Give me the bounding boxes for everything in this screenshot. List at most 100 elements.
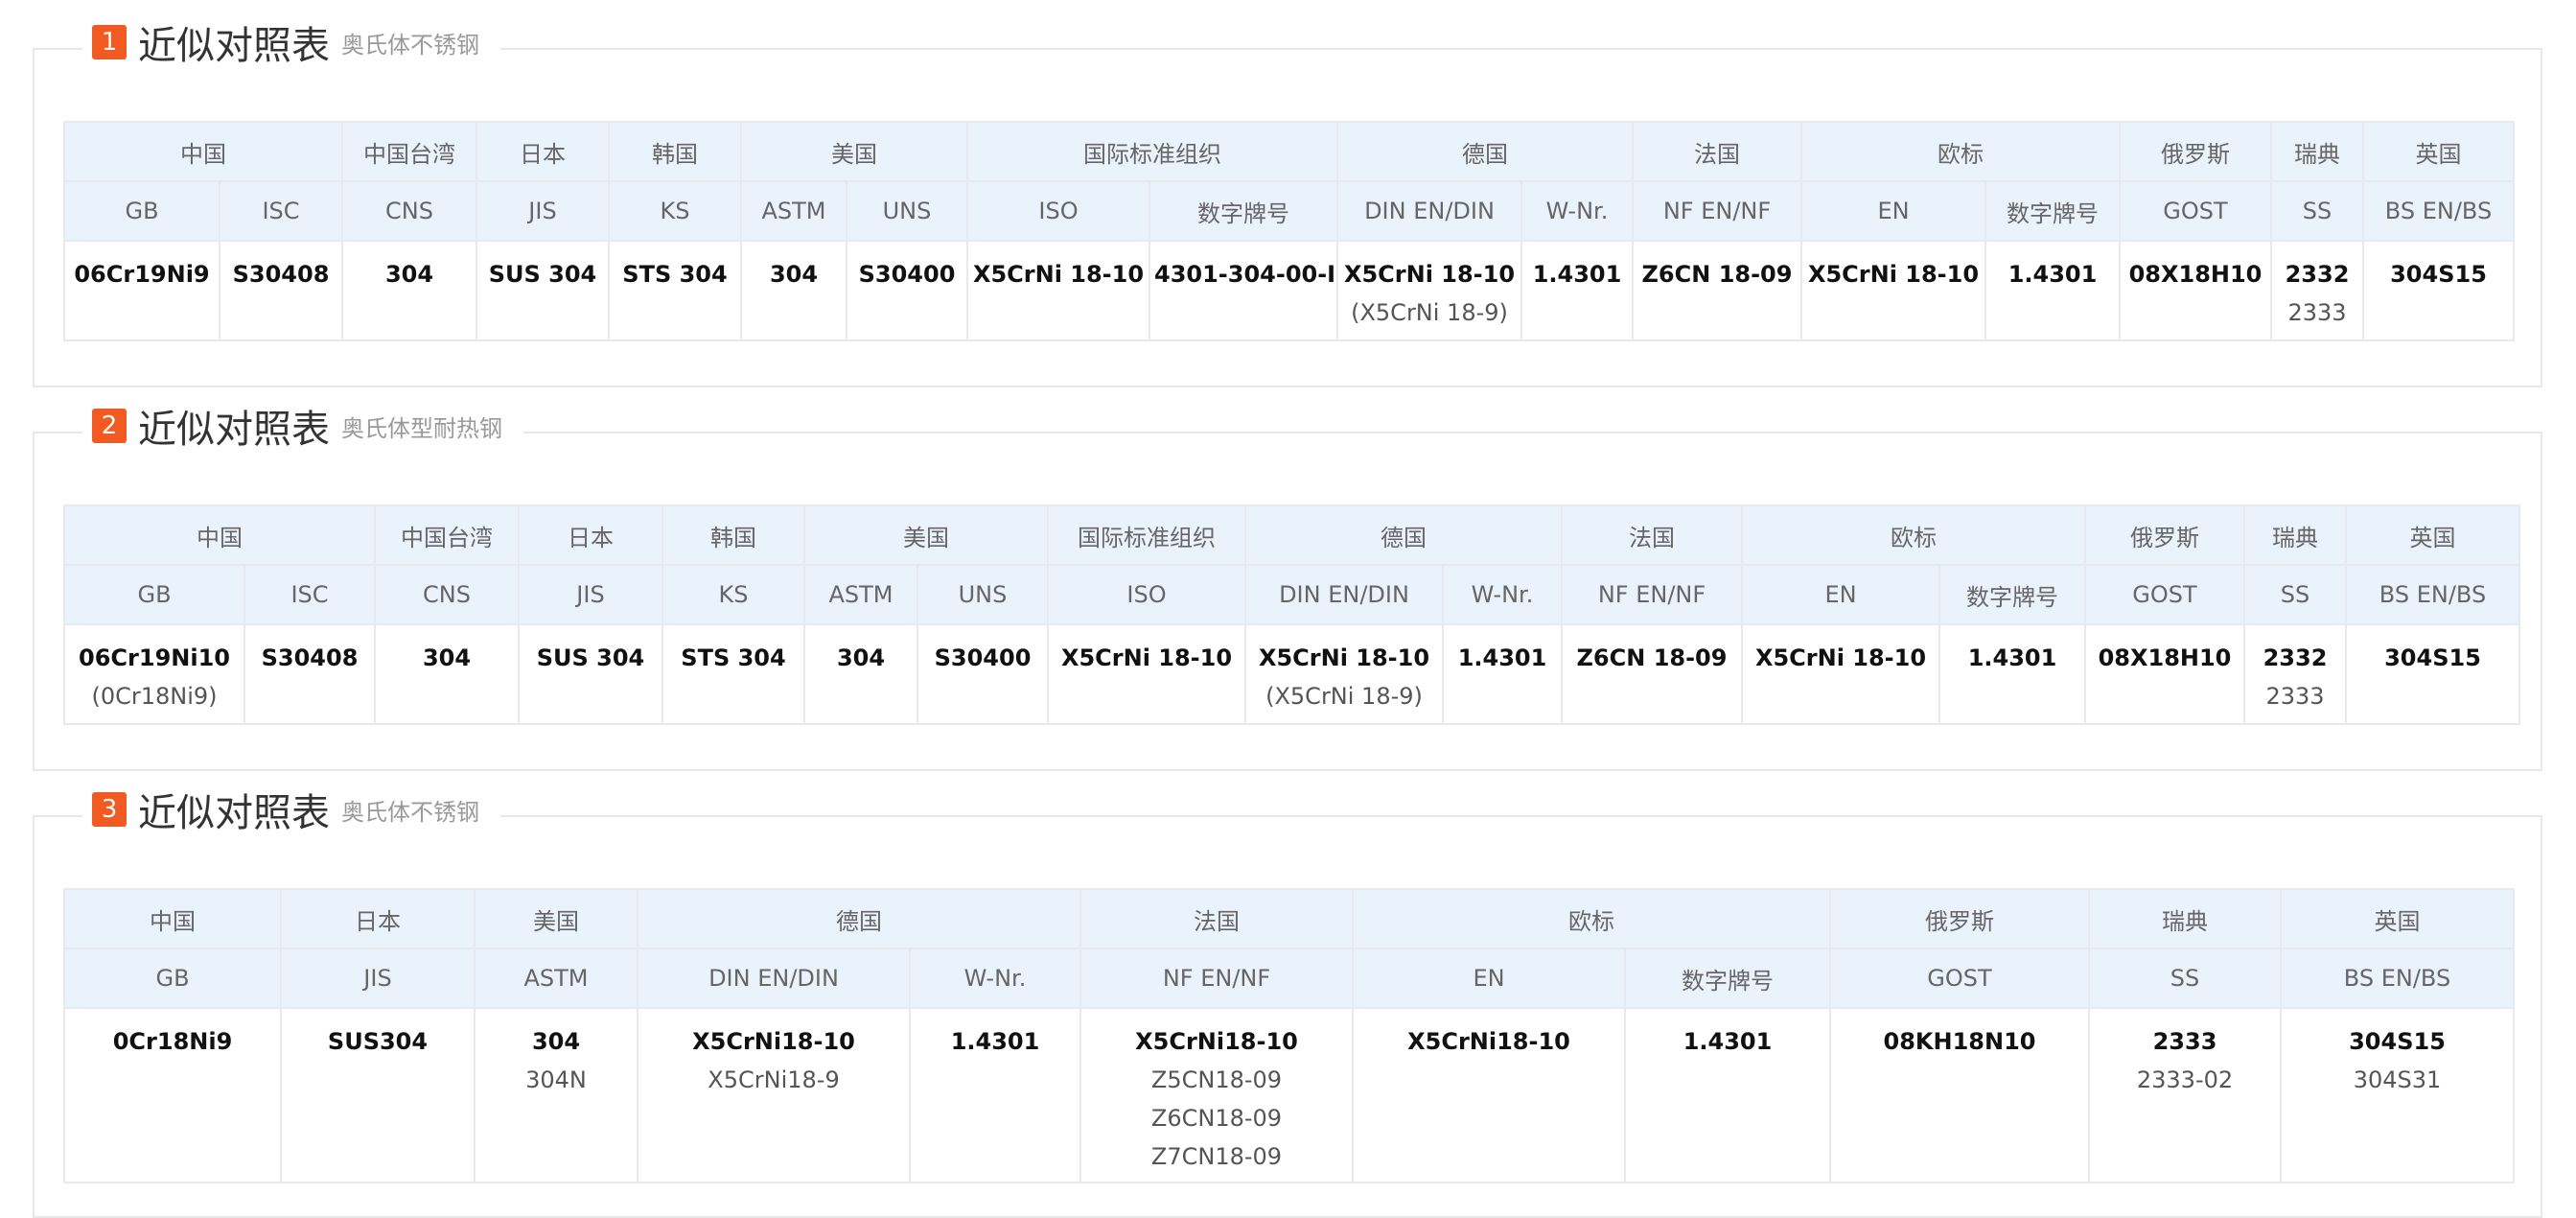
grade-alternative: (X5CrNi 18-9) bbox=[1265, 683, 1423, 710]
grade-primary: 08X18H10 bbox=[2098, 644, 2232, 671]
grade-primary: X5CrNi18-10 bbox=[692, 1028, 855, 1055]
grade-primary: X5CrNi 18-10 bbox=[1258, 644, 1430, 671]
country-header-cell: 瑞典 bbox=[2243, 504, 2347, 566]
section-number-badge: 3 bbox=[92, 792, 127, 827]
grade-primary: X5CrNi 18-10 bbox=[972, 261, 1145, 288]
grade-cell: 2333 2333-02 bbox=[2088, 1007, 2282, 1183]
grade-cell: 304 bbox=[740, 240, 847, 341]
grade-primary: 0Cr18Ni9 bbox=[112, 1028, 233, 1055]
table-row: 06Cr19Ni9 S30408 304 SUS 304 STS 304 304 S3040… bbox=[63, 240, 2515, 341]
grade-primary: X5CrNi 18-10 bbox=[1060, 644, 1233, 671]
section-subtitle: 奥氏体不锈钢 bbox=[341, 798, 479, 826]
grade-primary: X5CrNi18-10 bbox=[1135, 1028, 1298, 1055]
grade-alternative: 304S31 bbox=[2353, 1066, 2442, 1093]
grade-primary: 304S15 bbox=[2384, 644, 2481, 671]
standard-header-cell: ASTM bbox=[803, 564, 918, 625]
country-header-cell: 法国 bbox=[1561, 504, 1743, 566]
standard-header-cell: 数字牌号 bbox=[1624, 948, 1831, 1009]
grade-alternative: 2333 bbox=[2287, 299, 2347, 326]
grade-primary: S30408 bbox=[261, 644, 359, 671]
section-title: 近似对照表 bbox=[138, 791, 330, 835]
grade-alternative: 2333 bbox=[2265, 683, 2325, 710]
country-header-row: 中国 日本 美国 德国 法国 欧标 俄罗斯 瑞典 英国 bbox=[63, 888, 2515, 949]
grade-primary: 304 bbox=[531, 1028, 581, 1055]
grade-cell: X5CrNi 18-10 bbox=[966, 240, 1150, 341]
standard-header-cell: DIN EN/DIN bbox=[1336, 180, 1522, 242]
grade-cell: Z6CN 18-09 bbox=[1632, 240, 1802, 341]
grade-primary: 1.4301 bbox=[950, 1028, 1040, 1055]
grade-cell: 1.4301 bbox=[1442, 623, 1563, 725]
standard-header-cell: 数字牌号 bbox=[1938, 564, 2086, 625]
country-header-cell: 日本 bbox=[280, 888, 476, 949]
grade-cell: SUS 304 bbox=[518, 623, 663, 725]
standard-header-cell: ASTM bbox=[474, 948, 638, 1009]
country-header-cell: 欧标 bbox=[1741, 504, 2086, 566]
country-header-cell: 瑞典 bbox=[2088, 888, 2282, 949]
country-header-cell: 韩国 bbox=[608, 121, 742, 182]
grade-cell: X5CrNi 18-10 (X5CrNi 18-9) bbox=[1244, 623, 1444, 725]
country-header-cell: 日本 bbox=[476, 121, 610, 182]
section-title: 近似对照表 bbox=[138, 24, 330, 68]
country-header-cell: 英国 bbox=[2280, 888, 2515, 949]
grade-primary: SUS 304 bbox=[488, 261, 597, 288]
grade-primary: 304 bbox=[836, 644, 886, 671]
comparison-section-3: 3 近似对照表 奥氏体不锈钢中国 日本 美国 德国 法国 欧标 俄罗斯 瑞典 英国 GB JIS ASTM… bbox=[33, 781, 2542, 1218]
grade-cell: STS 304 bbox=[608, 240, 742, 341]
grade-cell: X5CrNi18-10 bbox=[1352, 1007, 1626, 1183]
grade-primary: 2333 bbox=[2152, 1028, 2217, 1055]
grade-primary: 2332 bbox=[2263, 644, 2328, 671]
grade-cell: S30400 bbox=[846, 240, 968, 341]
country-header-cell: 瑞典 bbox=[2270, 121, 2364, 182]
country-header-cell: 中国 bbox=[63, 504, 376, 566]
standard-header-cell: KS bbox=[661, 564, 805, 625]
country-header-cell: 德国 bbox=[1336, 121, 1634, 182]
grade-cell: 06Cr19Ni9 bbox=[63, 240, 220, 341]
grade-primary: 4301-304-00-I bbox=[1154, 261, 1336, 288]
grade-cell: 0Cr18Ni9 bbox=[63, 1007, 282, 1183]
standard-header-cell: GOST bbox=[2084, 564, 2245, 625]
grade-cell: 1.4301 bbox=[1624, 1007, 1831, 1183]
country-header-cell: 国际标准组织 bbox=[966, 121, 1338, 182]
grade-cell: 1.4301 bbox=[1938, 623, 2086, 725]
standard-header-cell: UNS bbox=[917, 564, 1049, 625]
grade-primary: 1.4301 bbox=[1683, 1028, 1773, 1055]
grade-cell: SUS304 bbox=[280, 1007, 476, 1183]
standard-header-row: GB JIS ASTM DIN EN/DIN W-Nr. NF EN/NF EN 数字牌号 GO… bbox=[63, 948, 2515, 1009]
grade-cell: 08X18H10 bbox=[2084, 623, 2245, 725]
grade-primary: SUS 304 bbox=[536, 644, 645, 671]
grade-alternative: (X5CrNi 18-9) bbox=[1351, 299, 1508, 326]
grade-primary: X5CrNi 18-10 bbox=[1343, 261, 1516, 288]
country-header-cell: 中国 bbox=[63, 888, 282, 949]
grade-cell: 304S15 bbox=[2345, 623, 2520, 725]
grade-cell: STS 304 bbox=[661, 623, 805, 725]
section-header: 1 近似对照表 奥氏体不锈钢 bbox=[82, 13, 500, 71]
steel-grade-comparison-table: 中国 中国台湾 日本 韩国 美国 国际标准组织 德国 法国 欧标 俄罗斯 瑞典 英国 GB ISC CNS J… bbox=[63, 121, 2515, 341]
standard-header-cell: DIN EN/DIN bbox=[1244, 564, 1444, 625]
standard-header-cell: ISO bbox=[966, 180, 1150, 242]
standard-header-cell: SS bbox=[2243, 564, 2347, 625]
standard-header-cell: GB bbox=[63, 564, 245, 625]
country-header-cell: 国际标准组织 bbox=[1047, 504, 1246, 566]
grade-primary: 304S15 bbox=[2390, 261, 2487, 288]
grade-primary: 06Cr19Ni10 bbox=[79, 644, 230, 671]
standard-header-cell: W-Nr. bbox=[909, 948, 1081, 1009]
country-header-row: 中国 中国台湾 日本 韩国 美国 国际标准组织 德国 法国 欧标 俄罗斯 瑞典 英国 bbox=[63, 121, 2515, 182]
section-subtitle: 奥氏体不锈钢 bbox=[341, 31, 479, 59]
country-header-cell: 美国 bbox=[474, 888, 638, 949]
country-header-cell: 俄罗斯 bbox=[2119, 121, 2272, 182]
grade-cell: X5CrNi 18-10 bbox=[1741, 623, 1940, 725]
standard-header-cell: BS EN/BS bbox=[2280, 948, 2515, 1009]
grade-alternative: Z7CN18-09 bbox=[1150, 1143, 1283, 1170]
standard-header-cell: JIS bbox=[518, 564, 663, 625]
comparison-section-1: 1 近似对照表 奥氏体不锈钢中国 中国台湾 日本 韩国 美国 国际标准组织 德国 法国 欧标 俄罗斯瑞… bbox=[33, 13, 2542, 387]
grade-primary: 304 bbox=[384, 261, 434, 288]
grade-cell: 08KH18N10 bbox=[1829, 1007, 2090, 1183]
country-header-cell: 欧标 bbox=[1352, 888, 1831, 949]
standard-header-cell: SS bbox=[2088, 948, 2282, 1009]
grade-cell: S30400 bbox=[917, 623, 1049, 725]
standard-header-cell: NF EN/NF bbox=[1079, 948, 1354, 1009]
standard-header-cell: ISC bbox=[244, 564, 376, 625]
standard-header-cell: EN bbox=[1352, 948, 1626, 1009]
standard-header-cell: KS bbox=[608, 180, 742, 242]
steel-grade-comparison-table: 中国 日本 美国 德国 法国 欧标 俄罗斯 瑞典 英国 GB JIS ASTM DIN EN/DIN W-… bbox=[63, 888, 2515, 1183]
